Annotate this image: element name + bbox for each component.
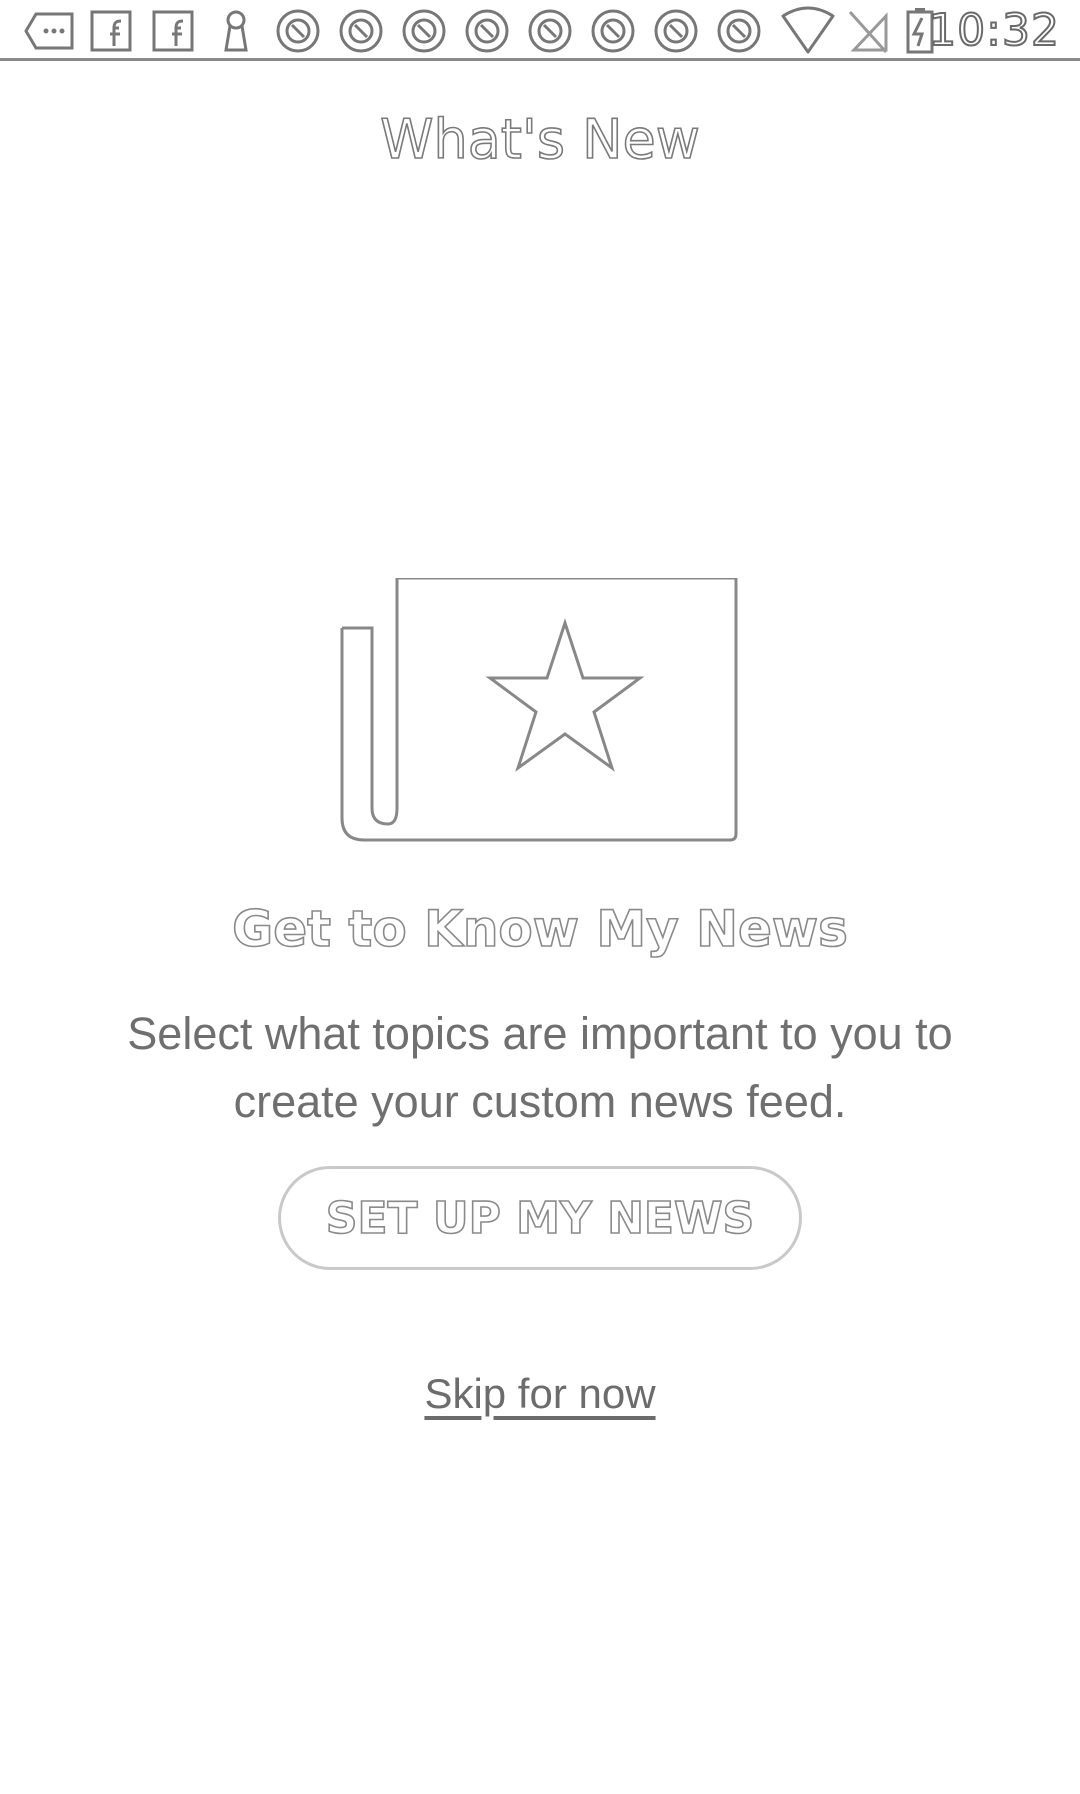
sync-icon bbox=[522, 6, 578, 56]
set-up-my-news-label: SET UP MY NEWS bbox=[325, 1192, 755, 1245]
sync-icon bbox=[270, 6, 326, 56]
skip-for-now-link[interactable]: Skip for now bbox=[0, 1370, 1080, 1418]
page-title: What's New bbox=[379, 107, 700, 172]
sync-icon bbox=[333, 6, 389, 56]
newspaper-star-icon bbox=[330, 576, 750, 858]
sync-icon bbox=[585, 6, 641, 56]
messages-icon bbox=[22, 6, 78, 56]
sync-icon bbox=[396, 6, 452, 56]
sync-icon bbox=[711, 6, 767, 56]
sync-icon bbox=[648, 6, 704, 56]
no-signal-icon bbox=[840, 6, 896, 56]
wifi-icon bbox=[780, 6, 836, 56]
status-time: 10:32 bbox=[927, 5, 1060, 57]
onboarding-headline: Get to Know My News bbox=[231, 899, 848, 959]
skip-for-now-label: Skip for now bbox=[424, 1370, 656, 1417]
status-bar: 10:32 bbox=[0, 0, 1080, 61]
facebook-icon bbox=[146, 6, 202, 56]
sync-icon bbox=[459, 6, 515, 56]
set-up-my-news-button[interactable]: SET UP MY NEWS bbox=[278, 1166, 802, 1270]
facebook-icon bbox=[84, 6, 140, 56]
onboarding-description: Select what topics are important to you … bbox=[127, 1008, 953, 1127]
keyhole-icon bbox=[208, 6, 264, 56]
